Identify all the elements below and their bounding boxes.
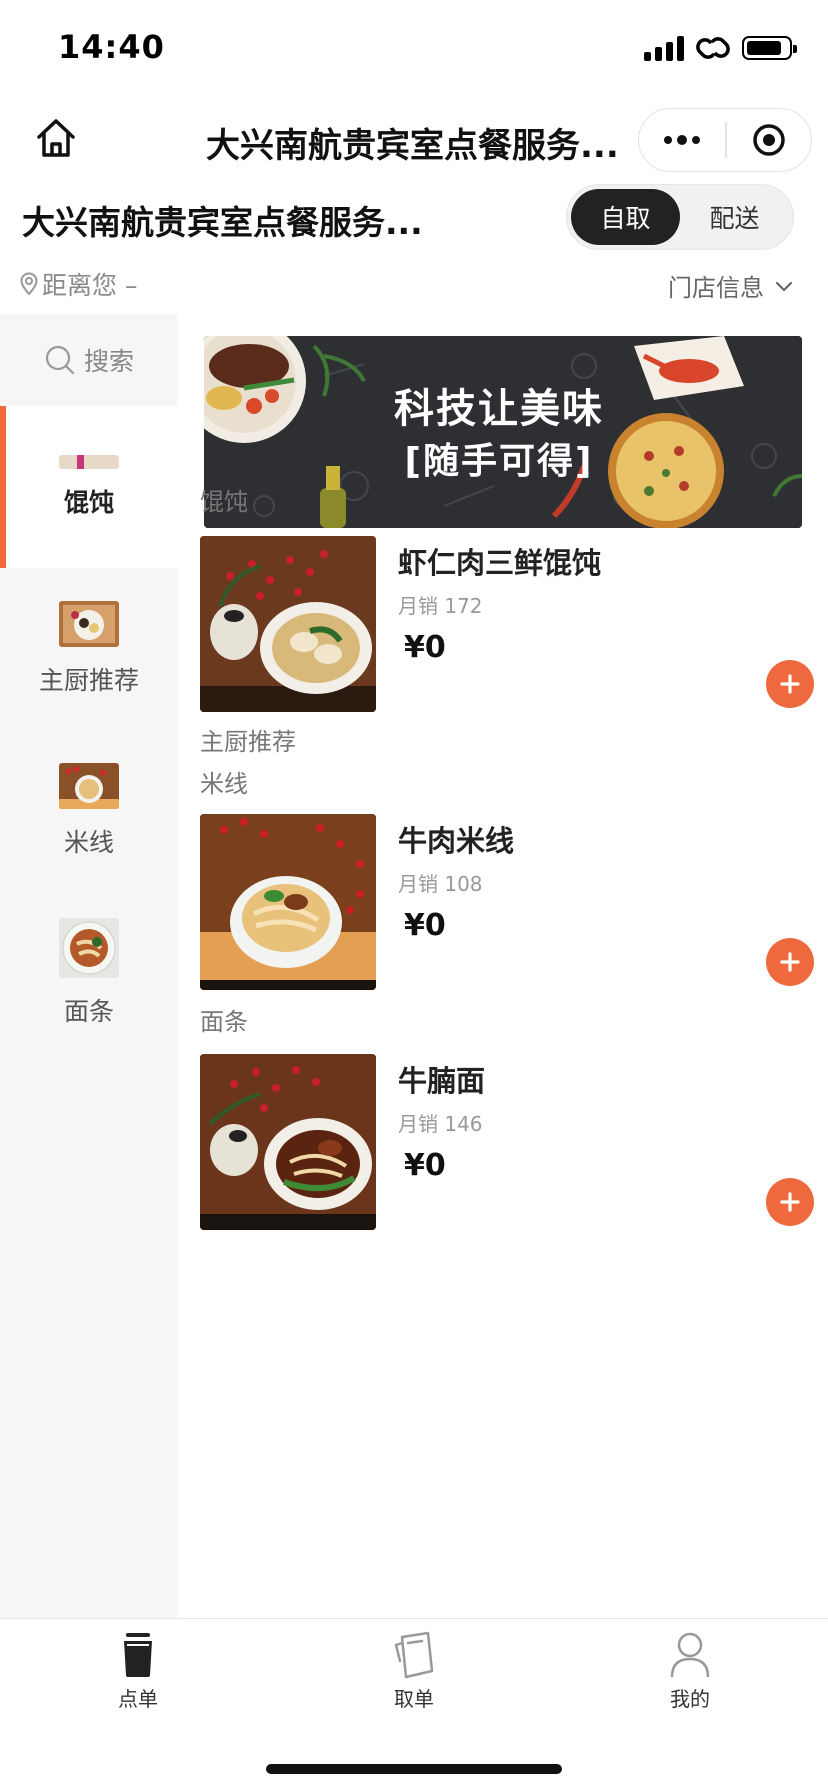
distance-text: 距离您 – [42,271,138,300]
section-title: 馄饨 [200,488,248,516]
section-title: 面条 [200,1008,248,1036]
close-miniprogram-button[interactable] [727,109,812,171]
more-options-icon[interactable] [639,109,725,171]
product-sales: 月销 108 [398,872,483,896]
capsule-menu [638,108,812,172]
plus-icon [780,952,800,972]
product-sales: 月销 172 [398,594,483,618]
product-image[interactable] [200,1054,376,1230]
home-indicator [266,1764,562,1774]
sidebar-item-wonton[interactable]: 馄饨 [0,406,178,568]
store-info-label: 门店信息 [668,274,764,302]
status-bar: 14:40 [0,0,828,96]
sidebar-item-label: 米线 [63,828,114,857]
sidebar-item-label: 馄饨 [63,488,114,517]
sidebar-item-label: 主厨推荐 [38,666,139,695]
product-price: ¥0 [404,1148,446,1183]
tab-pickup[interactable]: 取单 [354,1631,474,1712]
category-thumbnail [59,455,119,469]
receipt-icon [394,1631,434,1679]
status-time: 14:40 [58,28,165,66]
product-image[interactable] [200,536,376,712]
tab-profile[interactable]: 我的 [630,1631,750,1712]
product-price: ¥0 [404,630,446,665]
status-icons [644,32,797,64]
tab-order[interactable]: 点单 [78,1631,198,1712]
product-name: 牛肉米线 [398,824,515,858]
search-button[interactable]: 搜索 [0,314,178,406]
sidebar-item-label: 面条 [63,997,114,1026]
store-name: 大兴南航贵宾室点餐服务... [22,203,423,242]
category-thumbnail [59,918,119,978]
sidebar-item-rice-noodle[interactable]: 米线 [0,730,178,892]
location-pin-icon [20,272,38,296]
chevron-down-icon [775,281,793,291]
category-sidebar: 搜索 馄饨 主厨推荐 米线 面条 [0,314,178,1618]
mode-pickup-button[interactable]: 自取 [571,189,680,245]
product-item: 虾仁肉三鲜馄饨 月销 172 ¥0 [200,536,814,716]
plus-icon [780,1192,800,1212]
search-label: 搜索 [83,347,134,376]
target-icon [753,124,785,156]
menu-list: 科技让美味 [随手可得] 馄饨 虾仁肉三鲜馄饨 月销 172 ¥0 主厨推荐 米… [178,314,828,1618]
product-image[interactable] [200,814,376,990]
product-price: ¥0 [404,908,446,943]
search-icon [45,345,75,375]
category-thumbnail [59,601,119,647]
category-thumbnail [59,763,119,809]
add-to-cart-button[interactable] [766,938,814,986]
tab-label: 我的 [670,1687,710,1711]
pickup-delivery-toggle: 自取 配送 [566,184,794,250]
product-sales: 月销 146 [398,1112,483,1136]
cup-icon [124,1633,152,1677]
battery-icon [742,36,797,60]
product-item: 牛肉米线 月销 108 ¥0 [200,814,814,994]
tab-label: 取单 [394,1687,434,1711]
sidebar-item-noodles[interactable]: 面条 [0,892,178,1054]
store-info-link[interactable]: 门店信息 [668,268,794,303]
section-title: 米线 [200,770,248,798]
add-to-cart-button[interactable] [766,660,814,708]
product-name: 虾仁肉三鲜馄饨 [398,546,602,580]
banner-line-2: [随手可得] [404,441,594,482]
plus-icon [780,674,800,694]
promo-banner[interactable]: 科技让美味 [随手可得] [204,336,802,528]
link-icon [696,37,730,59]
home-icon[interactable] [34,116,78,160]
user-icon [670,1632,710,1678]
add-to-cart-button[interactable] [766,1178,814,1226]
mode-delivery-button[interactable]: 配送 [680,189,789,245]
signal-icon [644,35,684,61]
nav-title: 大兴南航贵宾室点餐服务... [206,126,619,166]
banner-line-1: 科技让美味 [394,386,604,432]
sidebar-item-chef-recommend[interactable]: 主厨推荐 [0,568,178,730]
product-name: 牛腩面 [398,1064,486,1098]
tab-label: 点单 [118,1687,158,1711]
section-title: 主厨推荐 [200,728,296,756]
product-item: 牛腩面 月销 146 ¥0 [200,1054,814,1234]
distance-info: 距离您 – [20,266,137,302]
mini-program-navbar: 大兴南航贵宾室点餐服务... [0,96,828,184]
